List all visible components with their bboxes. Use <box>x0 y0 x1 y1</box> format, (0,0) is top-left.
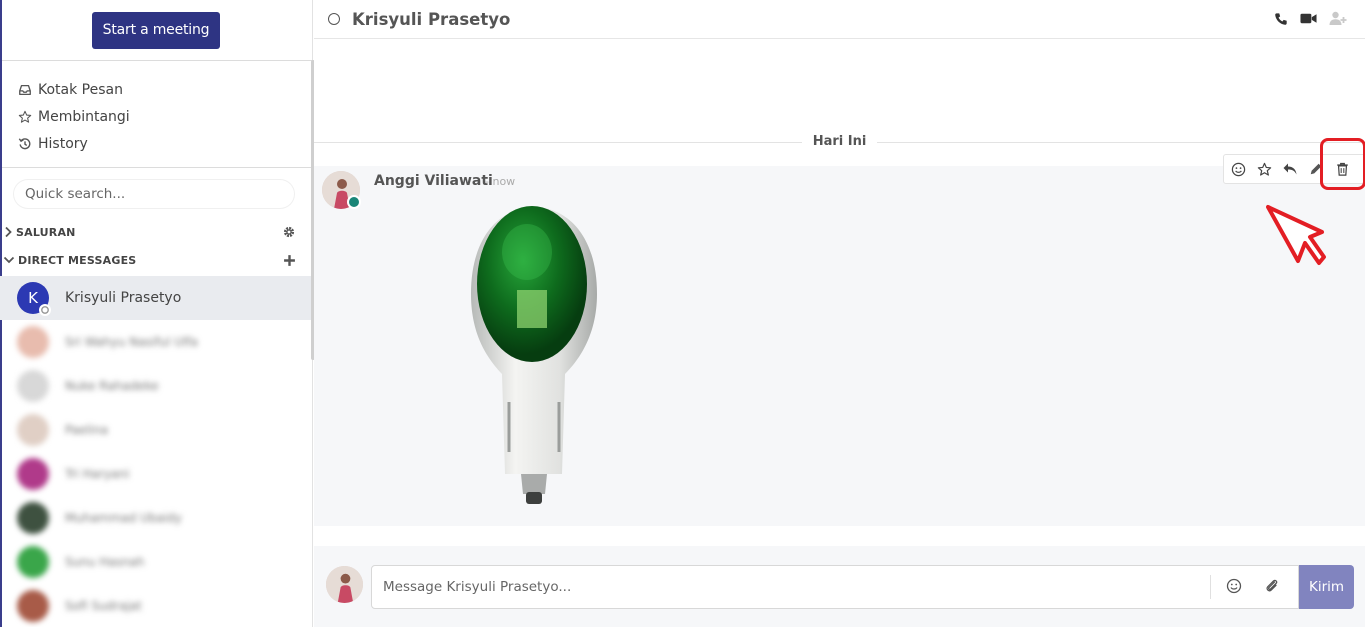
channels-section-label: SALURAN <box>16 225 76 239</box>
avatar <box>17 414 49 446</box>
avatar <box>17 326 49 358</box>
reply-icon <box>1283 163 1297 175</box>
avatar <box>17 590 49 622</box>
chat-title: Krisyuli Prasetyo <box>352 9 511 29</box>
avatar <box>17 546 49 578</box>
chat-header: Krisyuli Prasetyo <box>314 0 1365 39</box>
sidebar-item-label: History <box>38 135 88 152</box>
sidebar-item-starred[interactable]: Membintangi <box>18 103 312 130</box>
dm-item-krisyuli-prasetyo[interactable]: K Krisyuli Prasetyo <box>0 276 312 320</box>
sidebar: Start a meeting Kotak Pesan Membintangi … <box>0 0 315 627</box>
date-divider: Hari Ini <box>314 131 1365 153</box>
sidebar-item-label: Kotak Pesan <box>38 81 123 98</box>
avatar <box>17 502 49 534</box>
online-status-dot <box>347 195 361 209</box>
dm-name: Sri Wahyu Nasiful Ulfa <box>65 335 198 349</box>
plus-icon[interactable] <box>283 254 296 267</box>
emoji-icon[interactable] <box>1226 578 1242 594</box>
reply-button[interactable] <box>1282 161 1298 177</box>
composer-avatar <box>326 566 363 603</box>
star-icon <box>18 110 32 123</box>
header-actions <box>1274 11 1347 26</box>
avatar: K <box>17 282 51 316</box>
dm-name: Tri Haryani <box>65 467 130 481</box>
presence-status-icon <box>328 13 340 25</box>
composer-separator <box>1210 575 1211 599</box>
paperclip-icon[interactable] <box>1264 578 1280 594</box>
chevron-down-icon <box>3 256 15 264</box>
emoji-icon <box>1231 162 1245 176</box>
history-icon <box>18 137 31 149</box>
dm-item[interactable]: Nuke Rahadeke <box>0 364 312 408</box>
avatar-initial: K <box>28 289 38 307</box>
dm-name: Krisyuli Prasetyo <box>65 290 182 306</box>
video-camera-icon[interactable] <box>1300 12 1317 25</box>
avatar <box>17 370 49 402</box>
send-button[interactable]: Kirim <box>1299 565 1354 609</box>
direct-messages-section-label: DIRECT MESSAGES <box>18 253 137 267</box>
composer: Message Krisyuli Prasetyo... Kirim <box>314 546 1365 627</box>
sidebar-item-label: Membintangi <box>38 108 130 125</box>
star-message-button[interactable] <box>1256 161 1272 177</box>
dm-item[interactable]: Sri Wahyu Nasiful Ulfa <box>0 320 312 364</box>
dm-item[interactable]: Muhammad Ubaidy <box>0 496 312 540</box>
dm-name: Sofi Sudrajat <box>65 599 142 613</box>
dm-name: Muhammad Ubaidy <box>65 511 182 525</box>
chevron-right-icon <box>5 226 12 238</box>
direct-messages-list: K Krisyuli Prasetyo Sri Wahyu Nasiful Ul… <box>0 276 312 627</box>
inbox-icon <box>19 84 31 95</box>
star-icon <box>1257 162 1271 176</box>
dm-item[interactable]: Tri Haryani <box>0 452 312 496</box>
dm-item[interactable]: Sofi Sudrajat <box>0 584 312 627</box>
date-divider-label: Hari Ini <box>812 134 867 149</box>
dm-name: Paelina <box>65 423 109 437</box>
sidebar-item-inbox[interactable]: Kotak Pesan <box>18 76 312 103</box>
add-reaction-button[interactable] <box>1230 161 1246 177</box>
channels-section-header[interactable]: SALURAN <box>0 218 312 246</box>
chat-panel: Krisyuli Prasetyo Hari Ini Anggi Viliawa… <box>314 0 1365 627</box>
message-input[interactable]: Message Krisyuli Prasetyo... <box>371 565 1299 609</box>
message[interactable]: Anggi Viliawati - now <box>314 138 1365 526</box>
dm-item[interactable]: Paelina <box>0 408 312 452</box>
quick-search-input[interactable]: Quick search... <box>14 180 294 208</box>
status-indicator <box>39 304 51 316</box>
direct-messages-section-header[interactable]: DIRECT MESSAGES <box>0 246 312 274</box>
sidebar-item-history[interactable]: History <box>18 130 312 157</box>
dm-item[interactable]: Sunu Hasnah <box>0 540 312 584</box>
message-time: - now <box>485 175 516 188</box>
message-author[interactable]: Anggi Viliawati <box>374 173 493 189</box>
add-user-icon[interactable] <box>1329 11 1347 26</box>
phone-icon[interactable] <box>1274 12 1288 26</box>
person-photo-icon <box>326 566 363 603</box>
pointer-arrow-annotation <box>1266 205 1326 265</box>
start-meeting-button[interactable]: Start a meeting <box>91 11 221 49</box>
car-charger-image[interactable] <box>469 202 599 508</box>
avatar <box>17 458 49 490</box>
dm-name: Sunu Hasnah <box>65 555 145 569</box>
delete-highlight-box <box>1320 138 1365 190</box>
gear-icon[interactable] <box>282 225 296 239</box>
sidebar-nav: Kotak Pesan Membintangi History <box>0 61 312 168</box>
dm-name: Nuke Rahadeke <box>65 379 159 393</box>
meeting-area: Start a meeting <box>0 0 312 61</box>
